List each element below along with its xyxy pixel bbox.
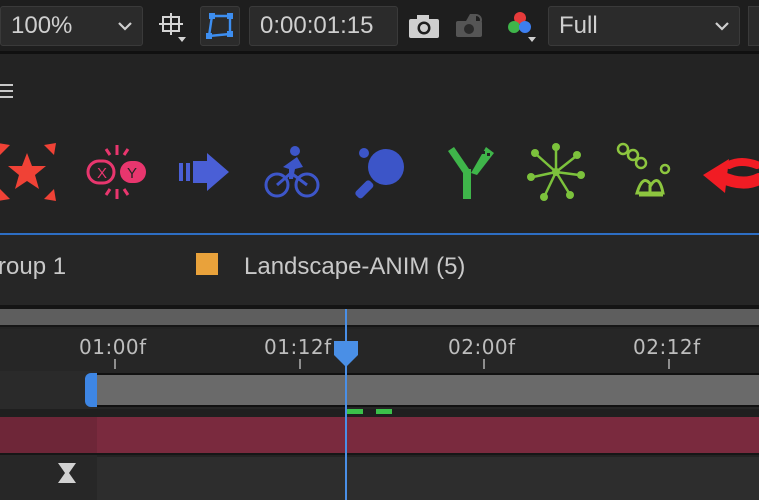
snapshot-button[interactable] [404,6,444,46]
ping-pong-icon [355,148,404,199]
preset-icon-row: X Y [0,120,759,232]
branch-tree-icon [448,147,494,199]
show-snapshot-icon [456,14,482,37]
resolution-value: Full [559,12,598,39]
zoom-dropdown[interactable]: 100% [0,6,143,46]
preset-slide[interactable] [167,135,241,209]
preset-xy-split[interactable]: X Y [80,135,154,209]
svg-text:Y: Y [127,165,137,182]
toggle-mask-button[interactable] [200,6,240,46]
channels-button[interactable] [500,6,540,46]
svg-text:X: X [97,165,107,182]
playhead-line [345,309,347,500]
show-snapshot-button[interactable] [450,6,490,46]
ruler-label: 02:00f [448,335,516,359]
cyclist-icon [264,146,320,198]
preset-ping-pong[interactable] [344,135,418,209]
playhead-handle[interactable] [333,340,359,368]
viewer-toolbar: 100% 0:00:01:15 Full [0,0,759,54]
lower-layer-row-header [0,455,97,500]
slide-arrow-icon [179,153,229,191]
grid-icon [159,13,186,42]
ruler-label: 01:12f [264,335,332,359]
chevron-down-icon [118,22,132,31]
grid-guides-button[interactable] [152,6,192,46]
adjustment-layer-row-header [0,417,97,453]
layer-row-header [0,371,97,409]
panel-header [0,57,759,117]
ruler-tick [668,359,670,369]
resolution-dropdown[interactable]: Full [548,6,740,46]
layer-in-point-handle[interactable] [85,373,97,407]
zoom-value: 100% [11,12,73,39]
ruler-label: 02:12f [633,335,701,359]
lower-layer-bar[interactable] [97,457,759,500]
timecode-field[interactable]: 0:00:01:15 [249,6,398,46]
timecode-value: 0:00:01:15 [260,12,374,39]
ruler-tick [299,359,301,369]
ruler-label: 01:00f [79,335,147,359]
next-control-stub[interactable] [748,6,759,46]
hamburger-icon[interactable] [0,82,16,100]
preset-explode[interactable] [0,135,64,209]
camera-icon [409,15,439,38]
keyframe-marker[interactable] [347,409,363,414]
layer-duration-bar[interactable] [93,373,759,407]
keyframe-marker[interactable] [376,409,392,414]
preset-branch[interactable] [432,135,506,209]
tab-group-1[interactable]: roup 1 [0,253,66,281]
tab-landscape-anim[interactable]: Landscape-ANIM (5) [244,253,465,281]
preset-curved-arrow[interactable] [695,135,759,209]
time-ruler[interactable]: 01:00f 01:12f 02:00f 02:12f [0,329,759,371]
chevron-down-icon [715,22,729,31]
ruler-tick [483,359,485,369]
mask-region-icon [206,13,233,39]
curved-arrow-icon [703,158,759,193]
comp-color-swatch [196,253,218,275]
ruler-tick [114,359,116,369]
explode-star-icon [0,143,56,201]
preset-sprout[interactable] [607,135,681,209]
adjustment-layer-row[interactable] [0,417,759,453]
xy-split-icon: X Y [86,145,146,199]
burst-dots-icon [527,143,585,201]
preset-burst[interactable] [519,135,593,209]
sprout-bubbles-icon [616,142,671,197]
hourglass-icon[interactable] [57,462,77,484]
preset-cyclist[interactable] [255,135,329,209]
rgb-channels-icon [508,12,536,42]
composition-tabs: roup 1 Landscape-ANIM (5) [0,235,759,305]
time-navigator-bar[interactable] [0,309,759,327]
